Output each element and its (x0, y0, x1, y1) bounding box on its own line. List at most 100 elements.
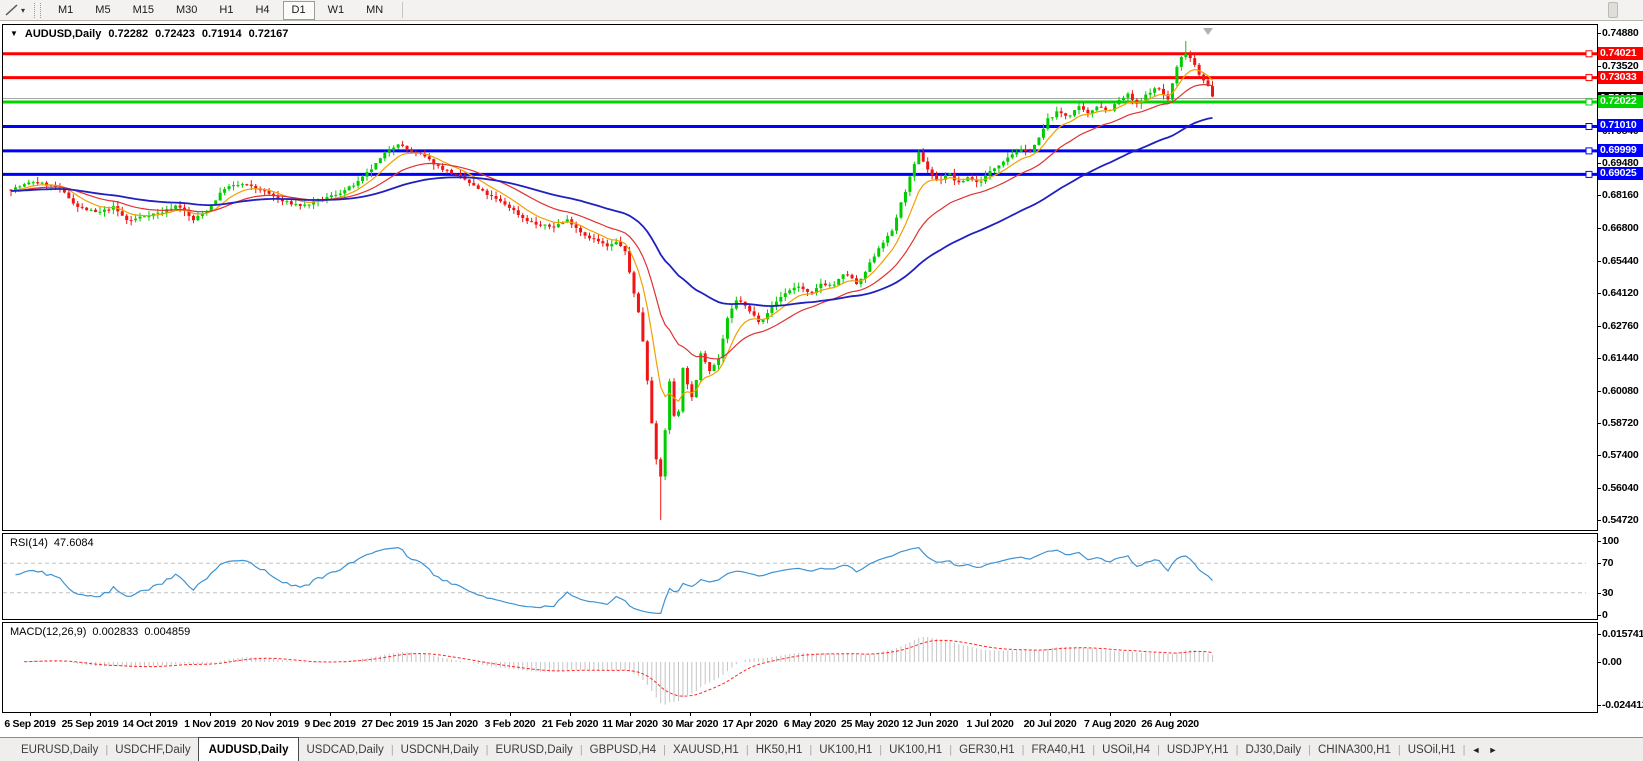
price-tick: 0.58720 (1602, 417, 1639, 430)
candlestick-chart[interactable] (3, 25, 1597, 530)
chart-shift-marker[interactable] (1203, 28, 1213, 35)
price-tick-tick (1597, 65, 1601, 67)
macd-label: MACD(12,26,9) 0.002833 0.004859 (10, 626, 190, 638)
tab-scroll-right-icon[interactable]: ► (1488, 745, 1497, 755)
trendline-tool-icon[interactable]: ▾ (0, 1, 30, 19)
tab-usoil-h4[interactable]: USOil,H4 (1095, 738, 1157, 761)
tab-gbpusd-h4[interactable]: GBPUSD,H4 (583, 738, 663, 761)
ohlc-high: 0.72423 (155, 28, 195, 40)
level-price-label: 0.73033 (1598, 70, 1643, 84)
rsi-panel: RSI(14) 47.6084 (2, 533, 1598, 620)
macd-tick-tick (1597, 634, 1601, 635)
price-tick: 0.64120 (1602, 286, 1639, 299)
date-tick (990, 713, 991, 716)
date-label: 25 May 2020 (841, 718, 899, 730)
diagonal-line-icon (5, 4, 18, 16)
tab-audusd-daily[interactable]: AUDUSD,Daily (197, 737, 300, 761)
price-tick-tick (1597, 357, 1601, 359)
date-tick (210, 713, 211, 716)
chart-tabbar: EURUSD,Daily | USDCHF,Daily AUDUSD,Daily USD… (0, 737, 1643, 761)
tab-eurusd-daily[interactable]: EURUSD,Daily (14, 738, 105, 761)
chart-header-collapse-icon[interactable]: ▼ (10, 29, 18, 38)
date-label: 14 Oct 2019 (122, 718, 178, 730)
tab-usdcad-daily[interactable]: USDCAD,Daily (299, 738, 390, 761)
rsi-tick: 30 (1602, 586, 1614, 599)
price-tick: 0.62760 (1602, 319, 1639, 332)
rsi-name: RSI(14) (10, 537, 48, 549)
macd-signal-line (24, 639, 1213, 697)
date-axis[interactable]: 6 Sep 2019 25 Sep 2019 14 Oct 2019 1 Nov 20… (0, 713, 1643, 737)
tab-usdchf-daily[interactable]: USDCHF,Daily (108, 738, 197, 761)
timeframe-m15[interactable]: M15 (124, 1, 163, 20)
date-label: 21 Feb 2020 (541, 718, 599, 730)
price-tick: 0.57400 (1602, 449, 1639, 462)
price-tick-tick (1597, 520, 1601, 521)
price-tick-tick (1597, 325, 1601, 327)
timeframe-m30[interactable]: M30 (167, 1, 206, 20)
tab-fra40-h1[interactable]: FRA40,H1 (1025, 738, 1093, 761)
tab-usoil-h1[interactable]: USOil,H1 (1401, 738, 1463, 761)
macd-tick-tick (1597, 662, 1601, 663)
tab-hk50-h1[interactable]: HK50,H1 (749, 738, 810, 761)
timeframe-m1[interactable]: M1 (49, 1, 82, 20)
macd-chart[interactable] (3, 623, 1597, 712)
toolbar-handle[interactable] (1608, 2, 1618, 18)
ohlc-open: 0.72282 (108, 28, 149, 40)
chart-symbol: AUDUSD,Daily (24, 28, 102, 40)
date-tick (150, 713, 151, 716)
level-price-label: 0.74021 (1598, 46, 1643, 60)
moving-average-8 (10, 68, 1213, 403)
price-axis[interactable]: 0.748800.735200.721600.708400.694800.681… (1597, 24, 1643, 713)
price-tick-tick (1597, 195, 1601, 197)
rsi-chart[interactable] (3, 534, 1597, 619)
timeframe-mn[interactable]: MN (357, 1, 392, 20)
date-tick (1050, 713, 1051, 716)
timeframe-buttons: M1 M5 M15 M30 H1 H4 D1 W1 MN (47, 0, 394, 21)
tab-scroll-left-icon[interactable]: ◄ (1472, 745, 1481, 755)
tab-china300-h1[interactable]: CHINA300,H1 (1311, 738, 1398, 761)
tab-ger30-h1[interactable]: GER30,H1 (952, 738, 1022, 761)
rsi-tick-tick (1597, 541, 1601, 542)
price-tick-tick (1597, 423, 1601, 425)
tab-usdjpy-h1[interactable]: USDJPY,H1 (1160, 738, 1236, 761)
level-price-label: 0.72022 (1598, 95, 1643, 109)
date-label: 20 Nov 2019 (241, 718, 299, 730)
tab-usdcnh-daily[interactable]: USDCNH,Daily (394, 738, 486, 761)
toolbar-grip[interactable] (34, 2, 41, 18)
price-tick-tick (1597, 163, 1601, 165)
date-tick (690, 713, 691, 716)
horizontal-level-lines[interactable] (3, 50, 1597, 178)
price-tick-tick (1597, 455, 1601, 457)
timeframe-m5[interactable]: M5 (86, 1, 119, 20)
rsi-tick: 0 (1602, 609, 1608, 621)
timeframe-d1[interactable]: D1 (282, 0, 315, 20)
price-tick-tick (1597, 33, 1601, 34)
date-label: 27 Dec 2019 (361, 718, 419, 730)
trading-platform-window: ▾ M1 M5 M15 M30 H1 H4 D1 W1 MN ▼ AUDUSD,Daily 0.… (0, 0, 1643, 761)
chart-header: ▼ AUDUSD,Daily 0.72282 0.72423 0.71914 0… (10, 28, 288, 40)
date-label: 1 Jul 2020 (966, 718, 1014, 730)
timeframe-h1[interactable]: H1 (210, 1, 242, 20)
macd-signal-value: 0.004859 (144, 626, 191, 638)
tab-dj30-daily[interactable]: DJ30,Daily (1239, 738, 1309, 761)
timeframe-w1[interactable]: W1 (319, 1, 354, 20)
price-tick: 0.56040 (1602, 482, 1639, 495)
macd-name: MACD(12,26,9) (10, 626, 87, 638)
price-tick: 0.60080 (1602, 384, 1639, 397)
tab-xauusd-h1[interactable]: XAUUSD,H1 (666, 738, 746, 761)
tab-eurusd-daily[interactable]: EURUSD,Daily (488, 738, 579, 761)
rsi-tick: 100 (1602, 535, 1619, 547)
price-tick: 0.68160 (1602, 189, 1639, 202)
macd-tick: 0.015741 (1602, 628, 1643, 640)
main-chart-panel: ▼ AUDUSD,Daily 0.72282 0.72423 0.71914 0… (2, 24, 1598, 531)
dropdown-caret-icon: ▾ (20, 5, 25, 15)
date-label: 25 Sep 2019 (61, 718, 119, 730)
date-label: 11 Mar 2020 (602, 718, 658, 730)
tab-uk100-h1[interactable]: UK100,H1 (812, 738, 879, 761)
date-label: 7 Aug 2020 (1083, 718, 1137, 730)
date-label: 3 Feb 2020 (484, 718, 536, 730)
timeframe-h4[interactable]: H4 (246, 1, 278, 20)
rsi-tick-tick (1597, 592, 1601, 594)
date-tick (510, 713, 511, 716)
tab-uk100-h1[interactable]: UK100,H1 (882, 738, 949, 761)
